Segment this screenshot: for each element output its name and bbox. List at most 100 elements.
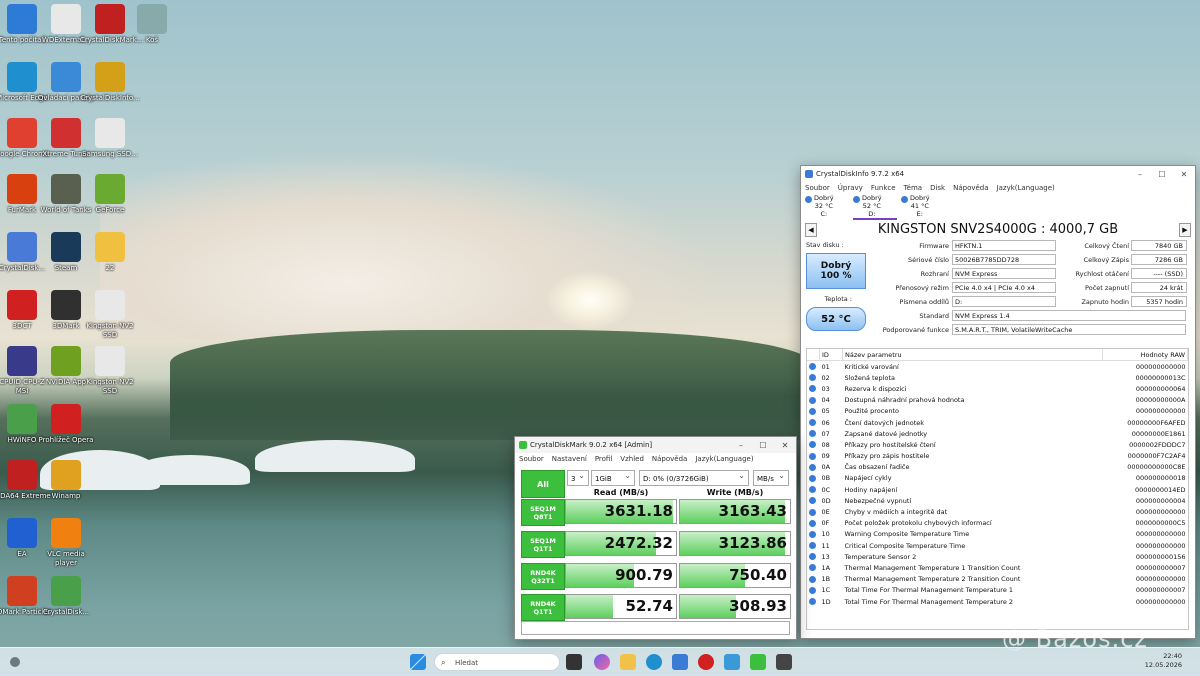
maximize-icon[interactable]: ☐ xyxy=(1151,170,1173,179)
menu-item[interactable]: Nápověda xyxy=(953,184,988,192)
file-explorer-icon[interactable] xyxy=(620,654,636,670)
store-icon[interactable] xyxy=(672,654,688,670)
menu-item[interactable]: Jazyk(Language) xyxy=(997,184,1055,192)
cdi-titlebar[interactable]: CrystalDiskInfo 9.7.2 x64 – ☐ ✕ xyxy=(801,166,1195,182)
name-column-header[interactable]: Název parametru xyxy=(842,349,1103,361)
copilot-icon[interactable] xyxy=(594,654,610,670)
smart-row[interactable]: 13 Temperature Sensor 2 000000000156 xyxy=(807,551,1188,562)
raw-column-header[interactable]: Hodnoty RAW xyxy=(1102,349,1188,361)
smart-row[interactable]: 07 Zapsané datové jednotky 00000000E1861 xyxy=(807,428,1188,439)
smart-raw: 00000000F6AFED xyxy=(1127,418,1186,427)
menu-item[interactable]: Nastavení xyxy=(552,455,587,463)
edge-icon[interactable] xyxy=(646,654,662,670)
maximize-icon[interactable]: ☐ xyxy=(752,441,774,450)
desktop-icon[interactable]: VLC media player xyxy=(36,518,96,568)
smart-row[interactable]: 0E Chyby v médiích a integritě dat 0000000… xyxy=(807,506,1188,517)
smart-row[interactable]: 03 Rezerva k dispozici 000000000064 xyxy=(807,383,1188,394)
desktop-icon[interactable]: Prohlížeč Opera xyxy=(36,404,96,445)
opera-icon[interactable] xyxy=(698,654,714,670)
crystaldiskmark-window[interactable]: CrystalDiskMark 9.0.2 x64 [Admin] – ☐ ✕ … xyxy=(514,436,797,640)
id-column-header[interactable]: ID xyxy=(819,349,843,361)
desktop-icon[interactable]: CrystalDiskInfo... xyxy=(80,62,140,103)
next-disk-icon[interactable]: ▶ xyxy=(1179,222,1191,237)
clock[interactable]: 22:40 12.05.2026 xyxy=(1145,652,1182,670)
desktop-icon[interactable]: Kingston NV2 SSD xyxy=(80,290,140,340)
smart-row[interactable]: 09 Příkazy pro zápis hostitele 0000000F7C2… xyxy=(807,451,1188,462)
desktop-icon[interactable]: CrystalDisk... xyxy=(36,576,96,617)
test-button[interactable]: RND4K Q32T1 xyxy=(521,563,565,590)
smart-row[interactable]: 11 Critical Composite Temperature Time 000… xyxy=(807,540,1188,551)
smart-row[interactable]: 0C Hodiny napájení 0000000014ED xyxy=(807,484,1188,495)
test-count-select[interactable]: 3 xyxy=(567,468,589,486)
test-button[interactable]: SEQ1M Q1T1 xyxy=(521,531,565,558)
menu-item[interactable]: Vzhled xyxy=(620,455,644,463)
menu-item[interactable]: Úpravy xyxy=(838,184,863,192)
close-icon[interactable]: ✕ xyxy=(774,441,796,450)
menu-item[interactable]: Nápověda xyxy=(652,455,687,463)
smart-name: Chyby v médiích a integritě dat xyxy=(844,508,948,517)
smart-row[interactable]: 0A Čas obsazení řadiče 00000000000C8E xyxy=(807,462,1188,473)
smart-raw: 000000000000 xyxy=(1135,508,1186,517)
desktop-icon[interactable]: GeForce xyxy=(80,174,140,215)
prev-disk-icon[interactable]: ◀ xyxy=(805,222,817,237)
smart-raw: 000000000000 xyxy=(1135,407,1186,416)
menu-item[interactable]: Funkce xyxy=(871,184,896,192)
smart-row[interactable]: 01 Kritické varování 000000000000 xyxy=(807,361,1188,373)
smart-row[interactable]: 08 Příkazy pro hostitelské čtení 0000002FD… xyxy=(807,439,1188,450)
health-label: Stav disku : xyxy=(806,241,844,249)
smart-row[interactable]: 1A Thermal Management Temperature 1 Trans… xyxy=(807,562,1188,573)
menu-item[interactable]: Soubor xyxy=(805,184,830,192)
menu-item[interactable]: Jazyk(Language) xyxy=(695,455,753,463)
desktop-icon[interactable]: Kingston NV2 SSD xyxy=(80,346,140,396)
smart-table[interactable]: ID Název parametru Hodnoty RAW 01 Kritick… xyxy=(806,348,1189,630)
app-taskbar-icon[interactable] xyxy=(776,654,792,670)
drive-select[interactable]: D: 0% (0/3726GiB) xyxy=(639,468,749,486)
smart-name: Použité procento xyxy=(844,407,899,416)
smart-status-cell xyxy=(807,574,820,585)
crystaldiskinfo-taskbar-icon[interactable] xyxy=(724,654,740,670)
drive-tab-e[interactable]: Dobrý 41 °C E: xyxy=(901,194,945,220)
smart-row[interactable]: 05 Použité procento 000000000000 xyxy=(807,406,1188,417)
minimize-icon[interactable]: – xyxy=(1129,170,1151,179)
smart-row[interactable]: 1B Thermal Management Temperature 2 Trans… xyxy=(807,574,1188,585)
app-icon xyxy=(95,232,125,262)
smart-row[interactable]: 1D Total Time For Thermal Management Temp… xyxy=(807,596,1188,607)
start-windows-icon[interactable] xyxy=(410,654,426,670)
test-name: SEQ1M xyxy=(530,504,556,513)
test-button[interactable]: RND4K Q1T1 xyxy=(521,594,565,621)
minimize-icon[interactable]: – xyxy=(730,441,752,450)
smart-row[interactable]: 02 Složená teplota 00000000013C xyxy=(807,372,1188,383)
clock-date: 12.05.2026 xyxy=(1144,661,1182,669)
smart-row[interactable]: 0F Počet položek protokolu chybových info… xyxy=(807,518,1188,529)
crystaldiskinfo-window[interactable]: CrystalDiskInfo 9.7.2 x64 – ☐ ✕ Soubor Ú… xyxy=(800,165,1196,639)
smart-row[interactable]: 06 Čtení datových jednotek 00000000F6AFED xyxy=(807,417,1188,428)
unit-select[interactable]: MB/s xyxy=(753,468,789,486)
task-view-icon[interactable] xyxy=(566,654,582,670)
menu-item[interactable]: Profil xyxy=(595,455,612,463)
desktop-icon[interactable]: Samsung SSD... xyxy=(80,118,140,159)
menu-item[interactable]: Disk xyxy=(930,184,945,192)
smart-row[interactable]: 0B Napájecí cykly 000000000018 xyxy=(807,473,1188,484)
menu-item[interactable]: Téma xyxy=(904,184,923,192)
crystaldiskmark-taskbar-icon[interactable] xyxy=(750,654,766,670)
widgets-icon[interactable] xyxy=(10,657,20,667)
desktop-icon[interactable]: Koš xyxy=(122,4,182,45)
menu-item[interactable]: Soubor xyxy=(519,455,544,463)
test-size-select[interactable]: 1GiB xyxy=(591,468,635,486)
smart-row[interactable]: 10 Warning Composite Temperature Time 0000… xyxy=(807,529,1188,540)
drive-tab-c[interactable]: Dobrý 32 °C C: xyxy=(805,194,849,220)
desktop-icon[interactable]: 22 xyxy=(80,232,140,273)
cdm-titlebar[interactable]: CrystalDiskMark 9.0.2 x64 [Admin] – ☐ ✕ xyxy=(515,437,796,453)
test-button[interactable]: SEQ1M Q8T1 xyxy=(521,499,565,526)
smart-row[interactable]: 0D Nebezpečné vypnutí 000000000004 xyxy=(807,495,1188,506)
close-icon[interactable]: ✕ xyxy=(1173,170,1195,179)
desktop-icon[interactable]: Winamp xyxy=(36,460,96,501)
smart-status-cell xyxy=(807,484,820,495)
features-value: S.M.A.R.T., TRIM, VolatileWriteCache xyxy=(952,324,1186,335)
drive-tab-d[interactable]: Dobrý 52 °C D: xyxy=(853,194,897,220)
run-all-button[interactable]: All xyxy=(521,470,565,498)
smart-row[interactable]: 1C Total Time For Thermal Management Temp… xyxy=(807,585,1188,596)
smart-row[interactable]: 04 Dostupná náhradní prahová hodnota 00000… xyxy=(807,395,1188,406)
health-dot-icon xyxy=(809,586,816,594)
search-box[interactable]: Hledat xyxy=(434,653,560,671)
